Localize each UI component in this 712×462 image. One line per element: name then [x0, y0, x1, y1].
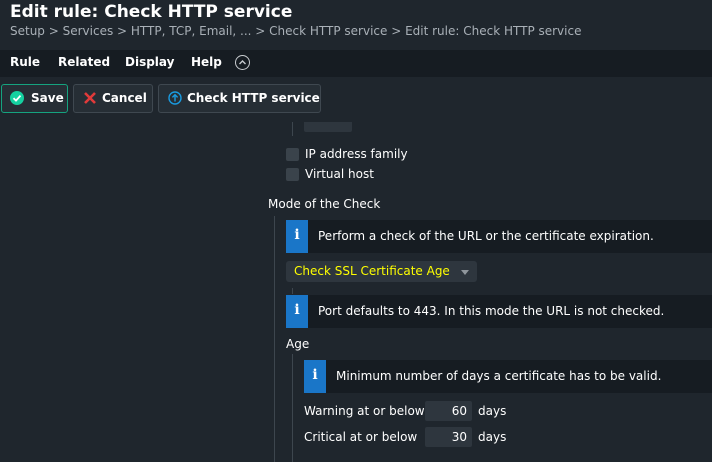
menu-related[interactable]: Related — [58, 50, 110, 77]
warning-label: Warning at or below — [304, 404, 425, 418]
critical-input[interactable]: 30 — [425, 427, 472, 447]
warning-unit: days — [478, 404, 507, 418]
save-button[interactable]: Save — [1, 84, 68, 113]
mode-of-check-title: Mode of the Check — [268, 197, 381, 211]
port-info-text: Port defaults to 443. In this mode the U… — [318, 304, 665, 318]
menu-help[interactable]: Help — [191, 50, 222, 77]
menu-rule[interactable]: Rule — [10, 50, 41, 79]
partial-input[interactable] — [304, 122, 352, 132]
virtual-host-checkbox[interactable] — [286, 168, 299, 181]
ip-address-family-checkbox[interactable] — [286, 148, 299, 161]
chevron-down-icon — [461, 270, 469, 275]
arrow-up-circle-icon — [168, 91, 182, 105]
info-icon: i — [286, 295, 308, 328]
mode-info-box: i Perform a check of the URL or the cert… — [286, 220, 712, 253]
cancel-label: Cancel — [102, 91, 147, 105]
mode-info-text: Perform a check of the URL or the certif… — [318, 229, 654, 243]
mode-select[interactable]: Check SSL Certificate Age — [286, 261, 477, 282]
menu-display[interactable]: Display — [125, 50, 174, 77]
page-header: Edit rule: Check HTTP service Setup > Se… — [0, 0, 712, 50]
check-http-service-label: Check HTTP service — [187, 91, 320, 105]
critical-label: Critical at or below — [304, 430, 418, 444]
save-label: Save — [31, 91, 64, 105]
age-info-box: i Minimum number of days a certificate h… — [304, 360, 712, 393]
option-indent-line — [292, 288, 293, 294]
warning-input[interactable]: 60 — [425, 401, 472, 421]
chevron-up-icon[interactable] — [235, 55, 250, 70]
ip-address-family-label: IP address family — [305, 147, 408, 161]
info-icon: i — [286, 220, 308, 253]
toolbar: Save Cancel Check HTTP service — [0, 77, 712, 122]
close-icon — [84, 92, 96, 104]
menu-bar: Rule Related Display Help — [0, 50, 712, 79]
age-indent-line — [292, 354, 293, 462]
checkmark-icon — [10, 91, 24, 105]
info-icon: i — [304, 360, 326, 393]
virtual-host-label: Virtual host — [305, 167, 374, 181]
port-info-box: i Port defaults to 443. In this mode the… — [286, 295, 712, 328]
mode-select-value: Check SSL Certificate Age — [294, 264, 450, 278]
mode-indent-line — [274, 216, 275, 462]
age-info-text: Minimum number of days a certificate has… — [336, 369, 662, 383]
breadcrumb[interactable]: Setup > Services > HTTP, TCP, Email, ...… — [10, 24, 581, 38]
cancel-button[interactable]: Cancel — [73, 84, 153, 113]
page-title: Edit rule: Check HTTP service — [10, 2, 293, 22]
divider-line — [292, 122, 293, 136]
critical-unit: days — [478, 430, 507, 444]
age-title: Age — [286, 337, 310, 351]
check-http-service-button[interactable]: Check HTTP service — [158, 84, 321, 113]
rule-form: IP address family Virtual host Mode of t… — [0, 122, 712, 462]
